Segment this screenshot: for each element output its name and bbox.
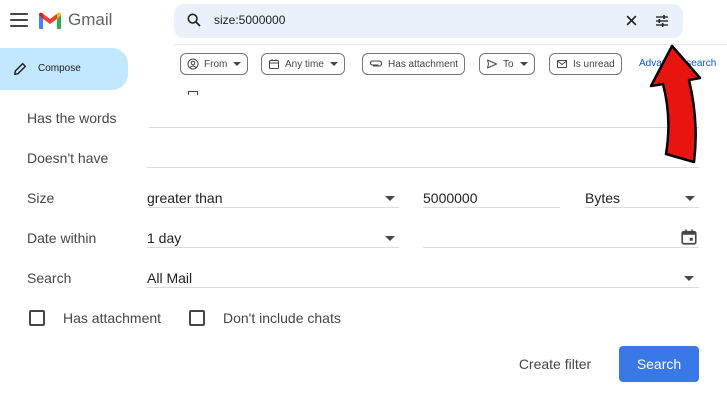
advanced-search-panel: Has the words Doesn't have Size greater … xyxy=(0,95,727,402)
search-scope-select[interactable]: All Mail xyxy=(147,261,699,288)
clear-search-icon[interactable] xyxy=(624,13,639,28)
main-menu-icon[interactable] xyxy=(10,13,28,27)
chevron-down-icon xyxy=(329,62,338,66)
advanced-search-link[interactable]: Advanced search xyxy=(639,58,716,69)
calendar-icon[interactable] xyxy=(680,228,698,246)
date-within-select[interactable]: 1 day xyxy=(147,221,399,248)
search-chips-bar: From Any time Has attachment To Is unrea… xyxy=(174,44,727,101)
pencil-icon xyxy=(13,62,27,76)
compose-button[interactable]: Compose xyxy=(0,48,128,90)
date-within-label: Date within xyxy=(27,230,97,246)
chevron-down-icon xyxy=(233,62,242,66)
search-options-icon[interactable] xyxy=(654,13,670,29)
top-bar: Gmail size:5000000 xyxy=(0,0,727,44)
size-value: 5000000 xyxy=(423,190,478,206)
chip-any-time[interactable]: Any time xyxy=(261,53,345,75)
dropdown-arrow-icon xyxy=(385,196,395,201)
doesnt-have-field[interactable] xyxy=(147,141,699,168)
search-icon[interactable] xyxy=(186,12,202,28)
chip-has-attachment-label: Has attachment xyxy=(388,58,459,70)
chip-has-attachment[interactable]: Has attachment xyxy=(362,53,466,75)
create-filter-button[interactable]: Create filter xyxy=(505,346,605,382)
date-field[interactable] xyxy=(423,221,699,248)
no-chats-checkbox[interactable] xyxy=(189,310,205,326)
chip-to-label: To xyxy=(503,58,514,70)
chevron-down-icon xyxy=(519,62,528,66)
has-words-field[interactable] xyxy=(149,101,699,128)
search-scope-value: All Mail xyxy=(147,270,193,286)
has-attachment-label[interactable]: Has attachment xyxy=(63,310,161,326)
dropdown-arrow-icon xyxy=(385,236,395,241)
size-unit-value: Bytes xyxy=(585,190,621,206)
gmail-m-icon xyxy=(39,12,61,29)
doesnt-have-label: Doesn't have xyxy=(27,150,109,166)
mail-icon xyxy=(557,60,567,68)
has-words-label: Has the words xyxy=(27,110,117,126)
chip-is-unread[interactable]: Is unread xyxy=(549,53,622,75)
attachment-icon xyxy=(369,60,383,67)
size-unit-select[interactable]: Bytes xyxy=(585,181,699,208)
chip-from[interactable]: From xyxy=(180,53,249,75)
size-label: Size xyxy=(27,190,55,206)
has-attachment-checkbox[interactable] xyxy=(29,310,45,326)
person-icon xyxy=(187,58,199,70)
no-chats-label[interactable]: Don't include chats xyxy=(223,310,341,326)
search-button[interactable]: Search xyxy=(619,346,699,382)
size-operator-select[interactable]: greater than xyxy=(147,181,399,208)
size-operator-value: greater than xyxy=(147,190,223,206)
chip-is-unread-label: Is unread xyxy=(573,58,615,70)
chip-from-label: From xyxy=(204,58,228,70)
calendar-icon xyxy=(269,59,279,69)
search-query[interactable]: size:5000000 xyxy=(214,13,285,27)
dropdown-arrow-icon xyxy=(684,276,694,281)
chip-any-time-label: Any time xyxy=(285,58,324,70)
send-icon xyxy=(487,59,497,69)
size-value-field[interactable]: 5000000 xyxy=(423,181,560,208)
compose-label: Compose xyxy=(38,63,81,74)
search-bar[interactable]: size:5000000 xyxy=(174,4,683,38)
date-within-value: 1 day xyxy=(147,230,182,246)
gmail-logo[interactable]: Gmail xyxy=(38,10,112,30)
search-scope-label: Search xyxy=(27,270,72,286)
app-name: Gmail xyxy=(68,10,113,29)
chip-to[interactable]: To xyxy=(479,53,535,75)
dropdown-arrow-icon xyxy=(685,196,695,201)
